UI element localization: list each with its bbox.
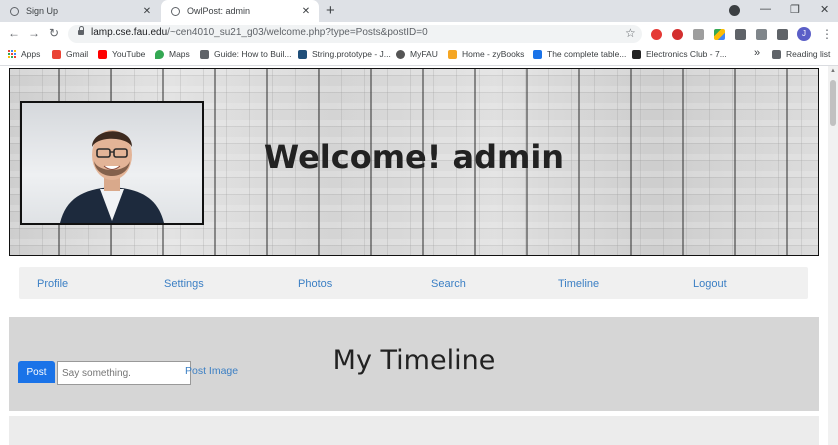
window-close-icon[interactable]: ✕ [820, 3, 829, 16]
post-image-link[interactable]: Post Image [185, 365, 238, 377]
close-icon[interactable]: ✕ [140, 6, 154, 17]
scroll-up-icon[interactable]: ▲ [830, 68, 836, 74]
nav-link-timeline[interactable]: Timeline [558, 278, 599, 290]
nav-link-logout[interactable]: Logout [693, 278, 727, 290]
tab-search-icon[interactable] [729, 5, 740, 16]
bookmark-electronics-club[interactable]: Electronics Club - 7... [632, 49, 727, 59]
post-button[interactable]: Post [18, 361, 55, 383]
post-composer [9, 416, 819, 445]
bookmark-star-icon[interactable]: ☆ [625, 26, 636, 40]
bookmark-gmail[interactable]: Gmail [52, 49, 88, 59]
club-icon [632, 49, 641, 59]
bookmark-label: The complete table... [547, 49, 627, 59]
menu-icon[interactable]: ⋮ [821, 27, 833, 41]
avatar[interactable]: J [797, 27, 811, 41]
bookmark-maps[interactable]: Maps [155, 49, 190, 59]
bookmark-label: MyFAU [410, 49, 438, 59]
shield-icon[interactable] [756, 29, 767, 40]
screenshot-extension-icon[interactable] [693, 29, 704, 40]
new-tab-button[interactable]: + [326, 2, 335, 19]
page-title: Welcome! admin [263, 138, 565, 176]
lock-icon[interactable] [78, 26, 84, 35]
bookmark-string-prototype[interactable]: String.prototype - J... [298, 49, 391, 59]
bookmark-label: Home - zyBooks [462, 49, 525, 59]
mdn-icon [298, 49, 307, 59]
tab-owlpost-admin[interactable]: OwlPost: admin ✕ [161, 0, 319, 22]
reload-icon[interactable]: ↻ [49, 26, 59, 40]
opera-extension-icon[interactable] [651, 29, 662, 40]
bookmark-complete-table[interactable]: The complete table... [533, 49, 626, 59]
bookmark-youtube[interactable]: YouTube [98, 49, 145, 59]
nav-link-settings[interactable]: Settings [164, 278, 204, 290]
apps-grid-icon [8, 50, 16, 58]
bookmark-label: YouTube [112, 49, 146, 59]
page-viewport: Welcome! admin Profile Settings Photos S… [0, 66, 828, 445]
youtube-icon [98, 49, 107, 59]
bookmark-apps[interactable]: Apps [8, 49, 40, 59]
tab-label: Sign Up [26, 6, 59, 16]
tab-label: OwlPost: admin [187, 6, 251, 16]
nav-link-search[interactable]: Search [431, 278, 466, 290]
url-path: /~cen4010_su21_g03/welcome.php?type=Post… [167, 27, 428, 38]
guide-icon [200, 49, 209, 59]
bookmark-icon [533, 49, 542, 59]
post-input[interactable] [57, 361, 191, 385]
scrollbar-thumb[interactable] [830, 80, 836, 126]
myfau-icon [396, 49, 405, 59]
main-nav [19, 267, 808, 299]
globe-icon [171, 6, 180, 16]
bookmark-label: Electronics Club - 7... [646, 49, 727, 59]
zybooks-icon [448, 49, 457, 59]
restore-icon[interactable]: ❐ [790, 3, 800, 16]
reading-list-button[interactable]: Reading list [772, 49, 830, 59]
bookmark-label: Apps [21, 49, 41, 59]
forward-icon[interactable]: → [28, 26, 40, 40]
gmail-icon [52, 49, 61, 59]
reading-list-label: Reading list [786, 49, 831, 59]
close-icon[interactable]: ✕ [299, 6, 313, 17]
url-host: lamp.cse.fau.edu [91, 27, 168, 38]
address-url[interactable]: lamp.cse.fau.edu/~cen4010_su21_g03/welco… [91, 27, 428, 38]
bookmark-label: Maps [169, 49, 190, 59]
tab-sign-up[interactable]: Sign Up ✕ [0, 0, 160, 22]
bookmark-zybooks[interactable]: Home - zyBooks [448, 49, 524, 59]
reading-list-icon [772, 49, 781, 59]
back-icon[interactable]: ← [8, 26, 20, 40]
adblock-extension-icon[interactable] [672, 29, 683, 40]
more-bookmarks-button[interactable]: » [754, 47, 760, 59]
drive-extension-icon[interactable] [714, 29, 725, 40]
bookmark-label: String.prototype - J... [312, 49, 391, 59]
maps-pin-icon [155, 49, 164, 59]
profile-photo-image [60, 130, 164, 223]
minimize-icon[interactable]: — [760, 3, 771, 15]
bookmark-label: Guide: How to Buil... [214, 49, 292, 59]
nav-link-photos[interactable]: Photos [298, 278, 332, 290]
globe-icon [10, 6, 19, 16]
extension-icon[interactable] [735, 29, 746, 40]
bookmark-label: Gmail [66, 49, 89, 59]
puzzle-icon[interactable] [777, 29, 788, 40]
bookmark-guide[interactable]: Guide: How to Buil... [200, 49, 291, 59]
nav-link-profile[interactable]: Profile [37, 278, 68, 290]
bookmark-myfau[interactable]: MyFAU [396, 49, 438, 59]
profile-photo [20, 101, 204, 225]
